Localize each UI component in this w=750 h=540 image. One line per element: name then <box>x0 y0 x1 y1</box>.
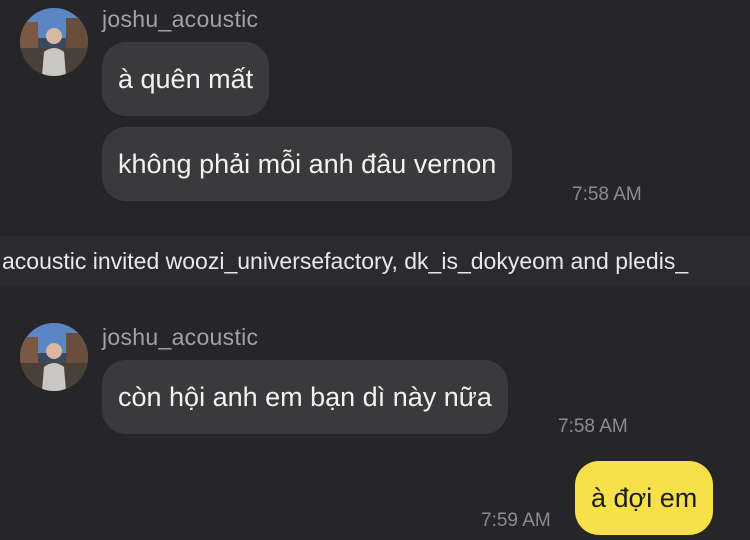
message-timestamp: 7:58 AM <box>558 416 628 437</box>
chat-view: joshu_acoustic à quên mất không phải mỗi… <box>0 0 750 540</box>
sender-name: joshu_acoustic <box>102 324 259 350</box>
system-notice-text: acoustic invited woozi_universefactory, … <box>2 248 689 274</box>
message-bubble[interactable]: không phải mỗi anh đâu vernon <box>102 127 513 201</box>
sender-avatar[interactable] <box>20 8 88 76</box>
message-timestamp: 7:58 AM <box>572 184 642 205</box>
sender-avatar[interactable] <box>20 323 88 391</box>
system-notice: acoustic invited woozi_universefactory, … <box>0 236 750 286</box>
my-message-bubble[interactable]: à đợi em <box>575 461 714 535</box>
sender-name: joshu_acoustic <box>102 6 259 32</box>
message-timestamp: 7:59 AM <box>481 510 551 531</box>
message-bubble[interactable]: còn hội anh em bạn dì này nữa <box>102 360 508 434</box>
message-bubble[interactable]: à quên mất <box>102 42 270 116</box>
